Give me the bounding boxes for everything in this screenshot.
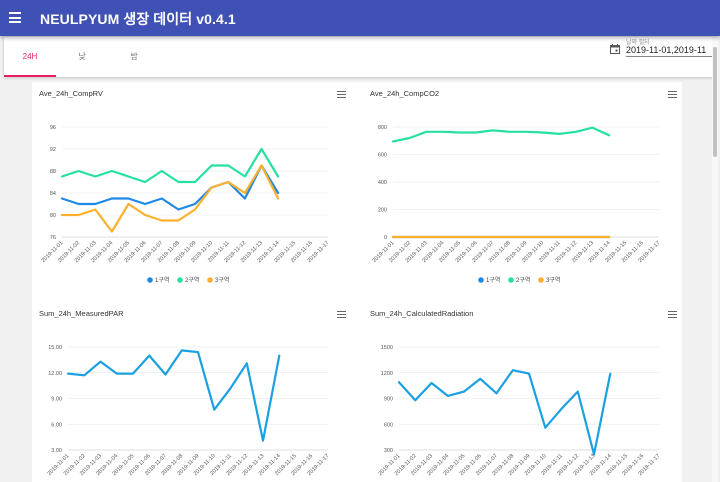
legend-label: 2구역 bbox=[516, 276, 530, 284]
y-tick-label: 92 bbox=[50, 147, 56, 153]
legend-label: 1구역 bbox=[486, 276, 500, 284]
y-tick-label: 84 bbox=[50, 191, 56, 197]
y-tick-label: 15.00 bbox=[48, 345, 62, 351]
y-tick-label: 0 bbox=[384, 235, 387, 241]
chart-card-measuredpar: Sum_24h_MeasuredPAR 3.00 6.00 9.00 12.00 15.… bbox=[32, 302, 350, 482]
line-chart: 7680848892962019-11-012019-11-022019-11-… bbox=[41, 125, 331, 284]
tab-bar: 24H 낮 밤 날짜 필터 bbox=[4, 37, 714, 77]
legend-label: 1구역 bbox=[155, 276, 169, 284]
y-tick-label: 600 bbox=[384, 422, 393, 428]
tab-24h[interactable]: 24H bbox=[4, 37, 56, 77]
y-tick-label: 1500 bbox=[381, 345, 393, 351]
legend-marker bbox=[207, 277, 213, 283]
y-tick-label: 1200 bbox=[381, 371, 393, 377]
charts-panel: Ave_24h_CompRV 76 80 84 88 92 96 2019-11-01 201… bbox=[32, 82, 682, 482]
series-line bbox=[391, 126, 611, 143]
legend-marker bbox=[478, 277, 484, 283]
calendar-icon[interactable] bbox=[610, 44, 620, 54]
legend-marker bbox=[538, 277, 544, 283]
tab-night[interactable]: 밤 bbox=[108, 37, 160, 77]
y-tick-label: 12.00 bbox=[48, 371, 62, 377]
y-tick-label: 88 bbox=[50, 169, 56, 175]
series-line bbox=[60, 164, 280, 211]
y-tick-label: 3.00 bbox=[51, 448, 62, 454]
tab-day[interactable]: 낮 bbox=[56, 37, 108, 77]
scrollbar[interactable] bbox=[712, 37, 718, 482]
legend-label: 3구역 bbox=[215, 276, 229, 284]
series-line bbox=[60, 147, 280, 184]
line-chart: 02004006008002019-11-012019-11-022019-11… bbox=[372, 125, 662, 284]
y-tick-label: 300 bbox=[384, 448, 393, 454]
y-tick-label: 6.00 bbox=[51, 422, 62, 428]
y-tick-label: 400 bbox=[378, 180, 387, 186]
y-tick-label: 76 bbox=[50, 235, 56, 241]
line-chart: 300600900120015002019-11-012019-11-02201… bbox=[378, 345, 662, 477]
y-tick-label: 80 bbox=[50, 213, 56, 219]
y-tick-label: 96 bbox=[50, 125, 56, 131]
legend-marker bbox=[508, 277, 514, 283]
scroll-thumb[interactable] bbox=[713, 47, 717, 157]
y-tick-label: 900 bbox=[384, 397, 393, 403]
legend-marker bbox=[147, 277, 153, 283]
line-chart: 3.006.009.0012.0015.002019-11-012019-11-… bbox=[47, 345, 331, 477]
date-range-input[interactable] bbox=[626, 44, 714, 57]
app-bar: NEULPYUM 생장 데이터 v0.4.1 bbox=[0, 0, 720, 36]
y-tick-label: 9.00 bbox=[51, 397, 62, 403]
menu-icon[interactable] bbox=[9, 12, 21, 24]
chart-card-calculatedradiation: Sum_24h_CalculatedRadiation 300 600 900 120… bbox=[363, 302, 681, 482]
legend-label: 3구역 bbox=[546, 276, 560, 284]
date-filter: 날짜 필터 bbox=[609, 37, 714, 77]
app-title: NEULPYUM 생장 데이터 v0.4.1 bbox=[40, 11, 236, 27]
series-line bbox=[397, 369, 612, 456]
chart-card-compco2: Ave_24h_CompCO2 0 200 400 600 800 2019-11-01 2… bbox=[363, 82, 681, 297]
series-line bbox=[66, 349, 281, 442]
y-tick-label: 200 bbox=[378, 208, 387, 214]
y-tick-label: 600 bbox=[378, 153, 387, 159]
legend-marker bbox=[177, 277, 183, 283]
y-tick-label: 800 bbox=[378, 125, 387, 131]
legend-label: 2구역 bbox=[185, 276, 199, 284]
chart-card-comprv: Ave_24h_CompRV 76 80 84 88 92 96 2019-11-01 201… bbox=[32, 82, 350, 297]
